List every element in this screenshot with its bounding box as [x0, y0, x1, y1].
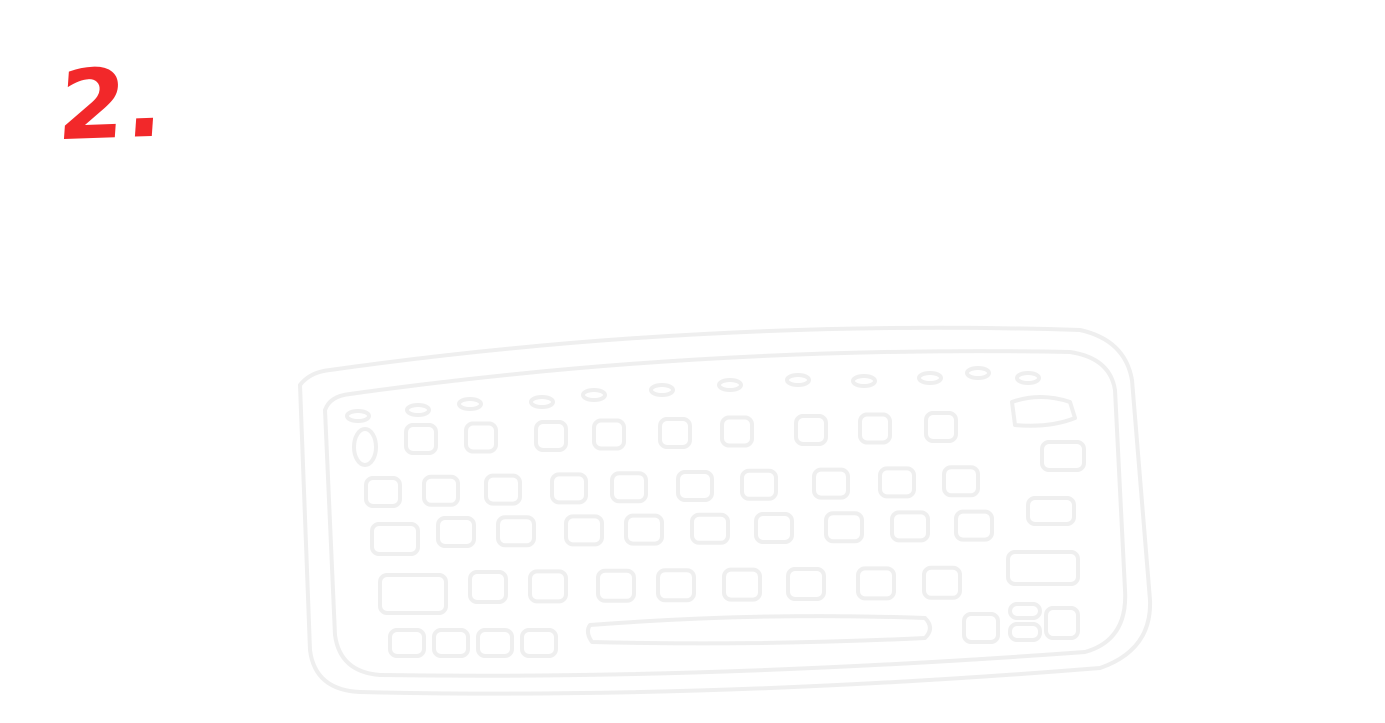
key [404, 423, 438, 455]
key [754, 512, 794, 544]
key [824, 511, 864, 544]
key [1044, 606, 1080, 640]
function-key [405, 403, 431, 417]
key [476, 628, 514, 658]
key [610, 471, 648, 504]
key [370, 522, 420, 556]
key [378, 573, 448, 615]
function-key [581, 388, 607, 402]
key [962, 612, 1000, 644]
key [658, 417, 692, 449]
spacebar-key [585, 614, 932, 646]
key [858, 412, 892, 445]
function-key [917, 371, 943, 385]
key [352, 427, 378, 467]
key [856, 566, 896, 601]
key [592, 418, 626, 451]
keyboard-sketch-icon [298, 325, 1153, 696]
function-key [785, 373, 811, 387]
key [656, 568, 696, 603]
key [550, 472, 588, 505]
key [812, 467, 850, 500]
key [1040, 440, 1086, 472]
key [520, 628, 558, 658]
key [942, 465, 980, 498]
key [364, 476, 402, 508]
key [388, 628, 426, 658]
key [1006, 550, 1080, 586]
key [740, 468, 778, 501]
key [464, 421, 498, 454]
key [624, 513, 664, 546]
slide-canvas: 2. [0, 0, 1385, 723]
key [1010, 395, 1077, 428]
key [528, 569, 568, 604]
key [922, 565, 962, 600]
function-key [457, 397, 483, 411]
key [534, 420, 568, 452]
key [722, 567, 762, 602]
key [690, 512, 730, 545]
key [890, 510, 930, 543]
key [432, 628, 470, 658]
function-key [965, 366, 991, 380]
key [1008, 602, 1042, 620]
keyboard-inner-frame [323, 349, 1128, 678]
key [786, 567, 826, 601]
key [720, 415, 754, 448]
key [676, 470, 714, 502]
key [436, 516, 476, 548]
key [468, 570, 508, 604]
function-key [1015, 371, 1041, 385]
key [422, 474, 460, 507]
key [596, 568, 636, 603]
key [1008, 622, 1042, 642]
function-key [717, 378, 743, 392]
key [1026, 496, 1076, 526]
key [878, 466, 916, 499]
function-key [529, 395, 555, 409]
key [924, 411, 958, 443]
function-key [345, 409, 371, 423]
key [794, 414, 828, 446]
function-key [851, 374, 877, 388]
function-key [649, 383, 675, 397]
key [954, 509, 994, 542]
key [484, 473, 522, 506]
key [496, 515, 536, 548]
key [564, 514, 604, 547]
